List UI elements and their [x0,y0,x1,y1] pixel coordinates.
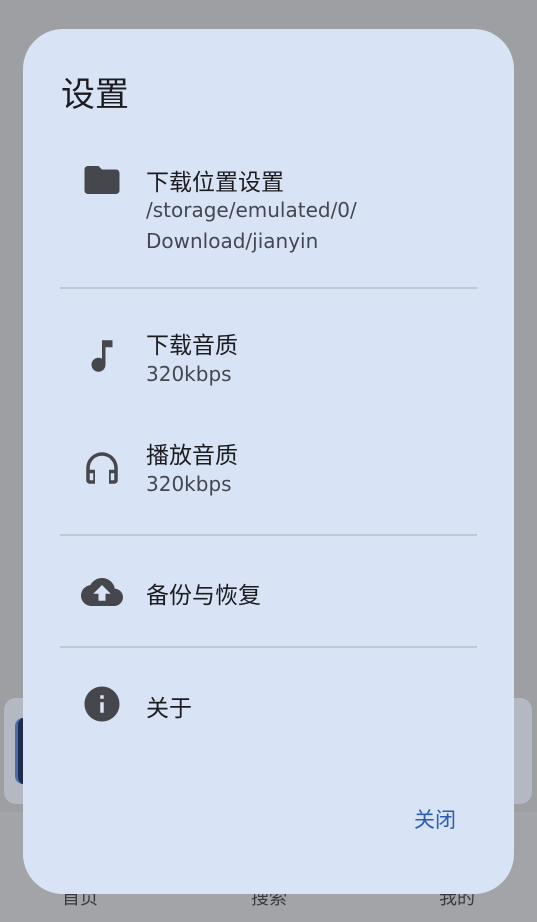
settings-item-label: 关于 [146,696,192,722]
divider [60,287,477,289]
settings-item-download-location[interactable]: 下载位置设置 /storage/emulated/0/ Download/jia… [23,157,514,257]
info-icon [81,683,123,725]
settings-dialog: 设置 下载位置设置 /storage/emulated/0/ Download/… [23,29,514,894]
dialog-title: 设置 [61,75,129,115]
close-button[interactable]: 关闭 [395,799,475,841]
settings-item-playback-quality[interactable]: 播放音质 320kbps [23,435,514,505]
divider [60,534,477,536]
settings-item-about[interactable]: 关于 [23,682,514,726]
folder-icon [81,159,123,201]
headphones-icon [81,447,123,489]
settings-item-label: 备份与恢复 [146,583,261,609]
settings-item-download-quality[interactable]: 下载音质 320kbps [23,325,514,395]
music-note-icon [81,335,123,377]
settings-item-label: 下载音质 [146,333,238,359]
settings-item-backup-restore[interactable]: 备份与恢复 [23,569,514,613]
cloud-upload-icon [81,571,123,613]
settings-item-label: 下载位置设置 [146,170,284,196]
settings-item-value: 320kbps [146,472,232,496]
settings-item-value: /storage/emulated/0/ Download/jianyin [146,198,357,253]
divider [60,646,477,648]
settings-item-label: 播放音质 [146,443,238,469]
settings-item-value: 320kbps [146,362,232,386]
